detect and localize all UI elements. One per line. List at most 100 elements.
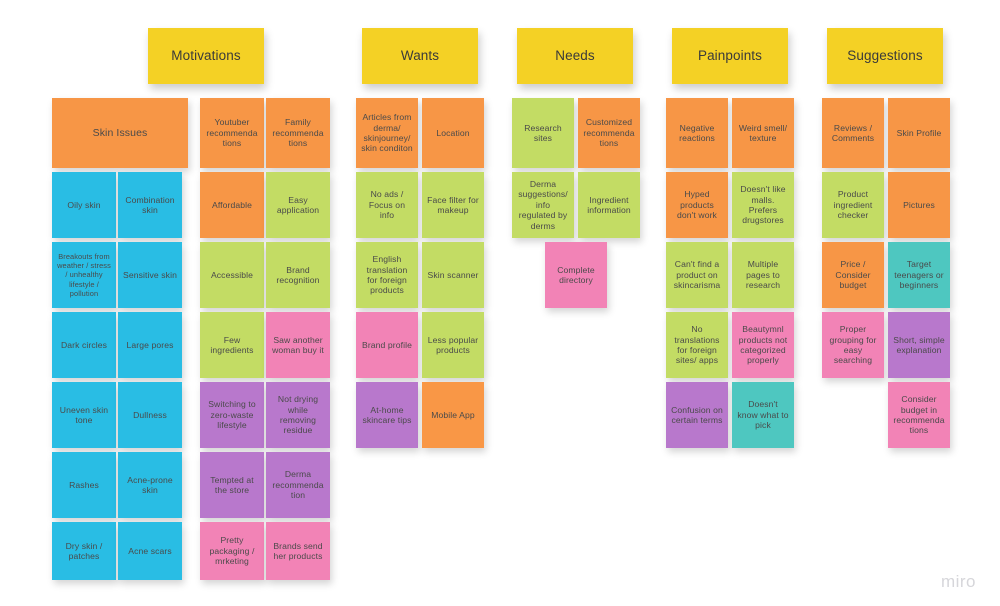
sticky-note[interactable]: Articles from derma/ skinjourney/ skin c…	[356, 98, 418, 168]
sticky-note[interactable]: Family recommenda tions	[266, 98, 330, 168]
sticky-note-text: Not drying while removing residue	[277, 394, 319, 436]
sticky-note[interactable]: Proper grouping for easy searching	[822, 312, 884, 378]
sticky-note[interactable]: Combination skin	[118, 172, 182, 238]
column-header-painpoints[interactable]: Painpoints	[672, 28, 788, 84]
sticky-note-text: Consider budget in recommenda tions	[893, 394, 945, 436]
sticky-note[interactable]: Complete directory	[545, 242, 607, 308]
sticky-note[interactable]: Not drying while removing residue	[266, 382, 330, 448]
sticky-note[interactable]: Product ingredient checker	[822, 172, 884, 238]
sticky-note-text: Brand recognition	[276, 264, 320, 285]
sticky-note-text: Dry skin / patches	[65, 540, 103, 561]
sticky-note[interactable]: Customized recommenda tions	[578, 98, 640, 168]
sticky-note[interactable]: Location	[422, 98, 484, 168]
sticky-note[interactable]: Ingredient information	[578, 172, 640, 238]
sticky-note-text: Acne-prone skin	[127, 474, 173, 495]
sticky-note-text: Negative reactions	[679, 122, 715, 143]
sticky-note[interactable]: Switching to zero-waste lifestyle	[200, 382, 264, 448]
sticky-note[interactable]: Short, simple explanation	[888, 312, 950, 378]
sticky-note[interactable]: Acne-prone skin	[118, 452, 182, 518]
sticky-note-text: Switching to zero-waste lifestyle	[208, 399, 256, 431]
sticky-note[interactable]: Rashes	[52, 452, 116, 518]
sticky-note[interactable]: Tempted at the store	[200, 452, 264, 518]
sticky-note[interactable]: Breakouts from weather / stress / unheal…	[52, 242, 116, 308]
sticky-note[interactable]: Brands send her products	[266, 522, 330, 580]
sticky-note-text: Easy application	[276, 194, 320, 215]
sticky-note[interactable]: Accessible	[200, 242, 264, 308]
sticky-note-text: Youtuber recommenda tions	[206, 117, 258, 149]
sticky-note[interactable]: Research sites	[512, 98, 574, 168]
sticky-note[interactable]: Derma suggestions/ info regulated by der…	[512, 172, 574, 238]
sticky-note[interactable]: Few ingredients	[200, 312, 264, 378]
column-header-label: Motivations	[171, 47, 241, 63]
sticky-note[interactable]: Can't find a product on skincarisma	[666, 242, 728, 308]
sticky-note[interactable]: Hyped products don't work	[666, 172, 728, 238]
sticky-note[interactable]: Consider budget in recommenda tions	[888, 382, 950, 448]
column-header-suggestions[interactable]: Suggestions	[827, 28, 943, 84]
sticky-note[interactable]: Brand profile	[356, 312, 418, 378]
sticky-note[interactable]: Large pores	[118, 312, 182, 378]
sticky-note[interactable]: Doesn't like malls. Prefers drugstores	[732, 172, 794, 238]
sticky-note-text: Price / Consider budget	[835, 259, 871, 291]
sticky-note[interactable]: Brand recognition	[266, 242, 330, 308]
sticky-note[interactable]: Oily skin	[52, 172, 116, 238]
sticky-note-text: Dullness	[133, 409, 167, 420]
sticky-note-text: No translations for foreign sites/ apps	[674, 324, 720, 366]
sticky-note-text: Derma suggestions/ info regulated by der…	[518, 178, 568, 231]
sticky-note[interactable]: Beautymnl products not categorized prope…	[732, 312, 794, 378]
column-header-wants[interactable]: Wants	[362, 28, 478, 84]
column-header-label: Suggestions	[847, 47, 923, 63]
sticky-note-text: Complete directory	[557, 264, 595, 285]
sticky-note[interactable]: Pretty packaging / mrketing	[200, 522, 264, 580]
sticky-note[interactable]: Dry skin / patches	[52, 522, 116, 580]
sticky-note[interactable]: Pictures	[888, 172, 950, 238]
column-header-label: Wants	[400, 47, 440, 63]
sticky-note[interactable]: Uneven skin tone	[52, 382, 116, 448]
sticky-note-text: Family recommenda tions	[272, 117, 324, 149]
sticky-note[interactable]: Confusion on certain terms	[666, 382, 728, 448]
sticky-note[interactable]: Saw another woman buy it	[266, 312, 330, 378]
sticky-note-text: Product ingredient checker	[833, 189, 873, 221]
sticky-note[interactable]: Affordable	[200, 172, 264, 238]
column-header-motivations[interactable]: Motivations	[148, 28, 264, 84]
sticky-note[interactable]: No ads / Focus on info	[356, 172, 418, 238]
sticky-note[interactable]: Doesn't know what to pick	[732, 382, 794, 448]
sticky-note-text: English translation for foreign products	[366, 254, 408, 296]
sticky-note[interactable]: Face filter for makeup	[422, 172, 484, 238]
sticky-note[interactable]: Dullness	[118, 382, 182, 448]
sticky-note[interactable]: Target teenagers or beginners	[888, 242, 950, 308]
sticky-note-text: Location	[436, 127, 470, 138]
sticky-note[interactable]: Sensitive skin	[118, 242, 182, 308]
sticky-note[interactable]: Skin Issues	[52, 98, 188, 168]
sticky-note[interactable]: Easy application	[266, 172, 330, 238]
sticky-note[interactable]: Acne scars	[118, 522, 182, 580]
sticky-note-text: Reviews / Comments	[831, 122, 875, 143]
sticky-note-text: Multiple pages to research	[745, 259, 781, 291]
sticky-note-text: Customized recommenda tions	[583, 117, 635, 149]
sticky-note-text: At-home skincare tips	[362, 404, 412, 425]
column-header-needs[interactable]: Needs	[517, 28, 633, 84]
sticky-note[interactable]: No translations for foreign sites/ apps	[666, 312, 728, 378]
sticky-note[interactable]: English translation for foreign products	[356, 242, 418, 308]
sticky-note-text: Few ingredients	[210, 334, 254, 355]
sticky-note-text: Affordable	[211, 199, 253, 210]
sticky-note[interactable]: Reviews / Comments	[822, 98, 884, 168]
sticky-note[interactable]: Mobile App	[422, 382, 484, 448]
sticky-note-text: Acne scars	[128, 545, 172, 556]
sticky-note-text: Oily skin	[67, 199, 101, 210]
sticky-note[interactable]: Negative reactions	[666, 98, 728, 168]
sticky-note[interactable]: Skin scanner	[422, 242, 484, 308]
sticky-note[interactable]: Dark circles	[52, 312, 116, 378]
sticky-note[interactable]: Weird smell/ texture	[732, 98, 794, 168]
column-header-label: Painpoints	[697, 47, 763, 63]
miro-board-canvas[interactable]: Motivations Skin Issues Youtuber recommend…	[0, 0, 1000, 606]
sticky-note-text: Large pores	[126, 339, 174, 350]
sticky-note[interactable]: At-home skincare tips	[356, 382, 418, 448]
sticky-note[interactable]: Price / Consider budget	[822, 242, 884, 308]
column-header-label: Needs	[555, 47, 595, 63]
sticky-note[interactable]: Youtuber recommenda tions	[200, 98, 264, 168]
sticky-note[interactable]: Less popular products	[422, 312, 484, 378]
sticky-note[interactable]: Multiple pages to research	[732, 242, 794, 308]
sticky-note[interactable]: Skin Profile	[888, 98, 950, 168]
sticky-note[interactable]: Derma recommenda tion	[266, 452, 330, 518]
sticky-note-text: Skin Issues	[92, 126, 148, 139]
